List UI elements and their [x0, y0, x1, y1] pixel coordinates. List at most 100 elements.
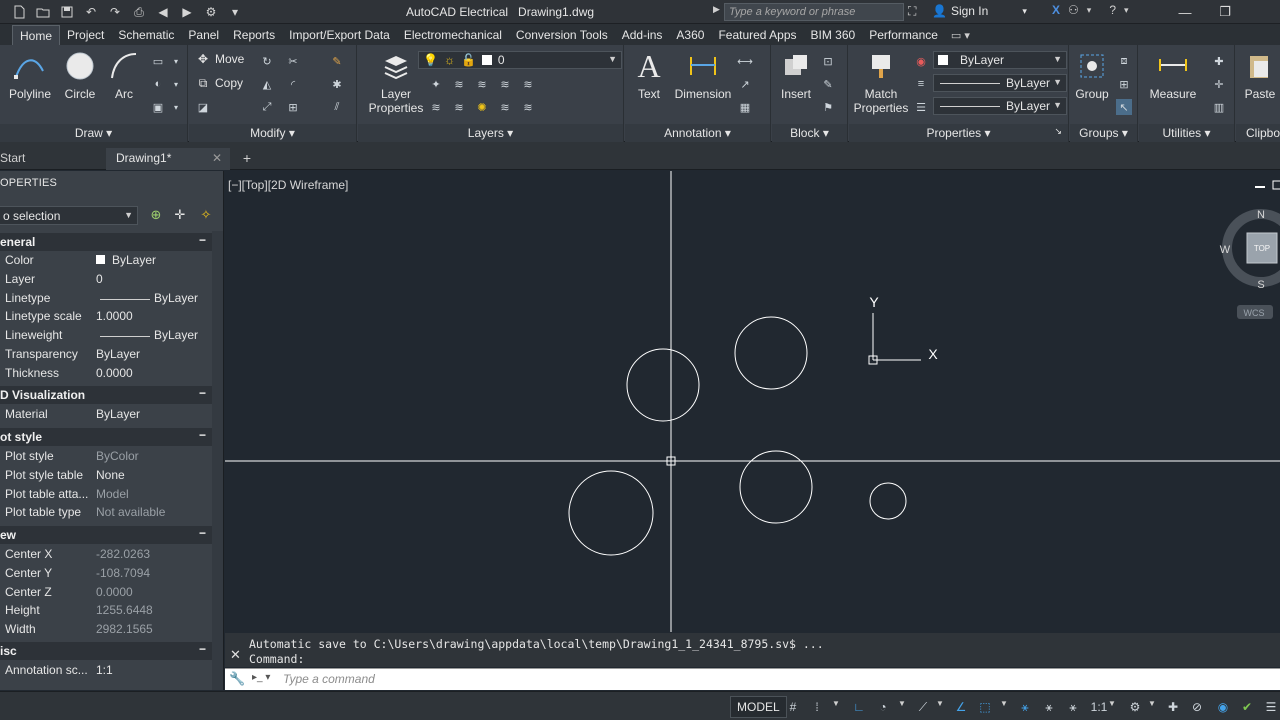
property-value[interactable]: Model [96, 487, 129, 501]
text-button[interactable]: A Text [631, 49, 667, 101]
viewcube-north-label[interactable]: N [1257, 209, 1265, 221]
drawing-viewport[interactable]: Y X TOP N S W WCS [−][Top][2D Wireframe] [225, 171, 1280, 632]
layer-tool-7-icon[interactable]: ≋ [451, 99, 467, 115]
customize-wrench-icon[interactable]: 🔧 [229, 671, 245, 687]
match-properties-button[interactable]: Match Properties [851, 49, 911, 115]
calculator-icon[interactable]: ▥ [1211, 99, 1227, 115]
annotation-scale-value[interactable]: 1:1 [1088, 698, 1110, 716]
circle-entity-5[interactable] [869, 482, 907, 520]
property-row-view-1[interactable]: Center Y -108.7094 [0, 564, 212, 583]
tab-schematic[interactable]: Schematic [111, 25, 181, 45]
circle-button[interactable]: Circle [60, 49, 100, 101]
property-row-general-3[interactable]: Linetype scale 1.0000 [0, 307, 212, 326]
units-icon[interactable]: ⊘ [1188, 698, 1206, 716]
layer-tool-5-icon[interactable]: ≋ [520, 76, 536, 92]
new-file-icon[interactable] [8, 2, 30, 22]
toggle-pickadd-icon[interactable]: ⊕ [148, 207, 164, 223]
array-icon[interactable]: ⊞ [285, 99, 301, 115]
layer-tool-6-icon[interactable]: ≋ [428, 99, 444, 115]
hardware-acceleration-icon[interactable]: ◉ [1214, 698, 1232, 716]
groups-panel-title[interactable]: Groups ▾ [1070, 124, 1137, 142]
offset-icon[interactable]: ⫽ [329, 99, 345, 115]
workspace-gear-icon[interactable]: ⚙ [1126, 698, 1144, 716]
color-dropdown[interactable]: ByLayer ▼ [933, 51, 1067, 69]
property-value[interactable]: 0.0000 [96, 366, 133, 380]
ortho-icon[interactable]: ∟ [850, 698, 868, 716]
id-point-icon[interactable]: ✚ [1211, 53, 1227, 69]
hatch-icon[interactable]: ◐ [150, 76, 166, 92]
tab-start[interactable]: Start [0, 148, 106, 170]
account-icon[interactable]: ⚇ [1068, 3, 1079, 17]
arc-button[interactable]: Arc [106, 49, 142, 101]
fillet-icon[interactable]: ◜ [285, 76, 301, 92]
property-value[interactable]: ByLayer [96, 407, 140, 421]
category-view[interactable]: ew − [0, 526, 212, 544]
rotate-icon[interactable]: ↻ [259, 53, 275, 69]
viewcube-south-label[interactable]: S [1257, 279, 1264, 291]
polar-icon[interactable]: ◔ [874, 698, 892, 716]
property-value[interactable]: -282.0263 [96, 547, 150, 561]
linetype-dropdown[interactable]: ByLayer ▼ [933, 74, 1067, 92]
isodraft-icon[interactable]: ⟋ [914, 698, 932, 716]
circle-entity-1[interactable] [626, 348, 700, 422]
layer-tool-10-icon[interactable]: ≋ [520, 99, 536, 115]
boundary-dropdown-icon[interactable]: ▾ [168, 99, 184, 115]
hatch-dropdown-icon[interactable]: ▾ [168, 76, 184, 92]
workspace-icon[interactable]: ⚙ [200, 2, 222, 22]
save-icon[interactable] [56, 2, 78, 22]
clipboard-panel-title[interactable]: Clipbo [1236, 124, 1280, 142]
linetype-icon[interactable]: ≡ [913, 76, 929, 92]
scale-dropdown-icon[interactable]: ▼ [1108, 699, 1116, 708]
search-input[interactable]: Type a keyword or phrase [724, 3, 904, 21]
category-general[interactable]: eneral − [0, 233, 212, 251]
move-button[interactable]: ✥ Move [195, 51, 244, 67]
tab-panel[interactable]: Panel [181, 25, 226, 45]
group-select-icon[interactable]: ↖ [1116, 99, 1132, 115]
property-value[interactable]: 1255.6448 [96, 603, 153, 617]
category-3d-visualization[interactable]: D Visualization − [0, 386, 212, 404]
customization-icon[interactable]: ☰ [1262, 698, 1280, 716]
object-snap-icon[interactable]: ⬚ [976, 698, 994, 716]
object-snap-tracking-icon[interactable]: ∠ [952, 698, 970, 716]
rectangle-icon[interactable]: ▭ [150, 53, 166, 69]
object-snap-dropdown-icon[interactable]: ▼ [1000, 699, 1008, 708]
property-value[interactable]: ByColor [96, 449, 139, 463]
circle-entity-4[interactable] [739, 450, 813, 524]
binoculars-icon[interactable]: ⛶ [908, 4, 916, 19]
help-icon[interactable]: ? [1109, 3, 1116, 17]
scale-icon[interactable]: ⤢ [259, 99, 275, 115]
property-value[interactable]: None [96, 468, 125, 482]
erase-icon[interactable]: ✎ [329, 53, 345, 69]
draw-panel-title[interactable]: Draw ▾ [0, 124, 187, 142]
tab-home[interactable]: Home [12, 25, 61, 45]
insert-button[interactable]: Insert [776, 49, 816, 101]
tab-bim-360[interactable]: BIM 360 [804, 25, 863, 45]
copy-button[interactable]: ⧉ Copy [195, 75, 243, 91]
property-row-general-2[interactable]: Linetype ByLayer [0, 289, 212, 308]
ungroup-icon[interactable]: ⧈ [1116, 53, 1132, 69]
tab-import-export-data[interactable]: Import/Export Data [282, 25, 397, 45]
create-block-icon[interactable]: ⊡ [820, 53, 836, 69]
exchange-icon[interactable]: X [1052, 3, 1060, 17]
property-row-plot-1[interactable]: Plot style table None [0, 466, 212, 485]
help-dropdown-icon[interactable]: ▾ [1124, 5, 1129, 16]
rectangle-dropdown-icon[interactable]: ▾ [168, 53, 184, 69]
grid-icon[interactable]: # [784, 698, 802, 716]
plot-icon[interactable]: ⎙ [128, 2, 150, 22]
property-value[interactable]: 0 [96, 272, 103, 286]
property-row-general-6[interactable]: Thickness 0.0000 [0, 364, 212, 383]
lineweight-icon[interactable]: ☰ [913, 99, 929, 115]
properties-scrollbar[interactable] [212, 231, 223, 690]
auto-scale-icon[interactable]: ⚹ [1040, 698, 1058, 716]
tab-conversion-tools[interactable]: Conversion Tools [509, 25, 615, 45]
table-icon[interactable]: ▦ [737, 99, 753, 115]
layer-dropdown[interactable]: 💡 ☼ 🔓 0 ▼ [418, 51, 622, 69]
layer-tool-4-icon[interactable]: ≋ [497, 76, 513, 92]
edit-block-icon[interactable]: ✎ [820, 76, 836, 92]
layer-tool-3-icon[interactable]: ≋ [474, 76, 490, 92]
ribbon-options-icon[interactable]: ▭ ▾ [945, 26, 976, 45]
new-tab-icon[interactable]: + [238, 150, 256, 166]
explode-icon[interactable]: ✱ [329, 76, 345, 92]
utilities-panel-title[interactable]: Utilities ▾ [1139, 124, 1234, 142]
isodraft-dropdown-icon[interactable]: ▼ [936, 699, 944, 708]
